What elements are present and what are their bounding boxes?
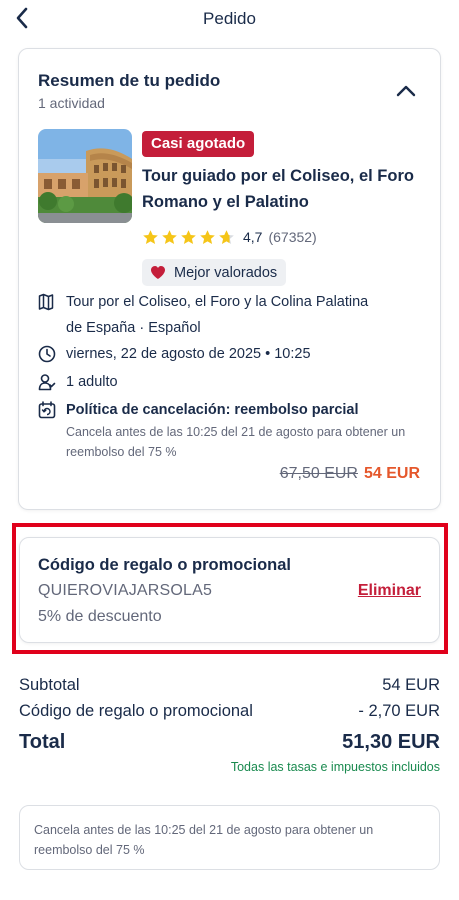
subtotal-row: Subtotal 54 EUR <box>19 676 440 695</box>
best-rated-label: Mejor valorados <box>174 264 278 281</box>
promo-code-card: Código de regalo o promocional QUIEROVIA… <box>19 537 440 643</box>
map-icon <box>38 289 58 315</box>
page-title: Pedido <box>203 9 256 28</box>
date-text: viernes, 22 de agosto de 2025 • 10:25 <box>66 346 311 362</box>
activity-thumbnail[interactable] <box>38 129 132 223</box>
cancellation-detail: Política de cancelación: reembolso parci… <box>38 397 359 423</box>
participants-detail: 1 adulto <box>38 369 118 395</box>
star-rating <box>142 229 235 246</box>
subtotal-label: Subtotal <box>19 676 80 694</box>
promo-discount-value: - 2,70 EUR <box>358 702 440 720</box>
total-label: Total <box>19 731 66 753</box>
best-rated-badge: Mejor valorados <box>142 259 287 286</box>
cancellation-note: Cancela antes de las 10:25 del 21 de ago… <box>66 425 406 459</box>
person-icon <box>38 369 58 395</box>
discounted-price: 54 EUR <box>363 465 420 482</box>
subtotal-value: 54 EUR <box>382 676 440 694</box>
summary-title: Resumen de tu pedido <box>38 71 221 90</box>
star-icon <box>143 229 158 244</box>
rating-value: 4,7 <box>243 229 263 245</box>
cancellation-info-box: Cancela antes de las 10:25 del 21 de ago… <box>19 805 440 870</box>
cancellation-info-text: Cancela antes de las 10:25 del 21 de ago… <box>34 823 374 857</box>
option-line-2: de España · Español <box>66 320 201 336</box>
order-summary-card: Resumen de tu pedido 1 actividad Casi ag… <box>18 48 441 510</box>
activity-count: 1 actividad <box>38 95 105 111</box>
star-icon <box>162 229 177 244</box>
calendar-refund-icon <box>38 397 58 423</box>
star-icon <box>181 229 196 244</box>
participants-text: 1 adulto <box>66 374 118 390</box>
collapse-button[interactable] <box>394 79 418 103</box>
remove-promo-button[interactable]: Eliminar <box>358 582 421 600</box>
star-icon <box>219 229 234 244</box>
date-detail: viernes, 22 de agosto de 2025 • 10:25 <box>38 341 311 367</box>
total-row: Total 51,30 EUR <box>19 731 440 754</box>
original-price: 67,50 EUR <box>279 465 358 482</box>
promo-code: QUIEROVIAJARSOLA5 <box>38 582 213 599</box>
colosseum-image <box>38 129 132 223</box>
promo-discount-row: Código de regalo o promocional - 2,70 EU… <box>19 702 440 721</box>
promo-discount: 5% de descuento <box>38 608 162 625</box>
almost-sold-out-badge: Casi agotado <box>142 131 255 157</box>
promo-discount-label: Código de regalo o promocional <box>19 702 253 720</box>
rating-row: 4,7 (67352) <box>142 226 317 248</box>
option-detail: Tour por el Coliseo, el Foro y la Colina… <box>38 289 368 341</box>
tour-title[interactable]: Tour guiado por el Coliseo, el Foro Roma… <box>142 163 422 215</box>
price-row: 67,50 EUR 54 EUR <box>280 465 420 483</box>
star-icon <box>200 229 215 244</box>
option-line-1: Tour por el Coliseo, el Foro y la Colina… <box>66 294 369 310</box>
total-value: 51,30 EUR <box>342 731 440 753</box>
top-bar: Pedido <box>0 0 459 40</box>
chevron-up-icon <box>396 85 416 97</box>
heart-icon <box>151 266 165 279</box>
taxes-note: Todas las tasas e impuestos incluidos <box>230 760 440 774</box>
clock-icon <box>38 341 58 367</box>
review-count: (67352) <box>268 229 317 245</box>
cancellation-policy: Política de cancelación: reembolso parci… <box>66 402 359 418</box>
promo-title: Código de regalo o promocional <box>38 556 292 574</box>
